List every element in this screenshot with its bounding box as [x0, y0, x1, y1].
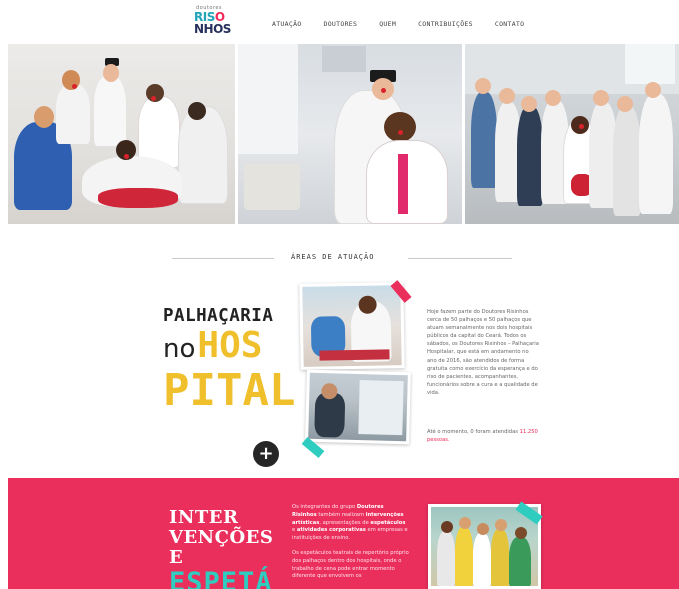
- intervencoes-text-bold: espetáculos: [370, 519, 406, 526]
- clown-figure: [545, 90, 561, 106]
- photo-scenery: [244, 164, 300, 210]
- photo-scenery: [238, 44, 298, 154]
- clown-figure: [62, 70, 80, 90]
- photo-scenery: [625, 44, 675, 84]
- palhacaria-title-pital: PITAL: [163, 365, 296, 416]
- areas-title: Áreas de atuação: [291, 253, 375, 261]
- main-nav: Atuação Doutores Quem Contribuições Cont…: [272, 20, 546, 28]
- intervencoes-title-line-1: INTER: [169, 507, 239, 528]
- photo-scenery: [319, 349, 390, 361]
- divider: [172, 258, 274, 259]
- palhacaria-stat: Até o momento, 0 foram atendidas 11.250 …: [427, 428, 539, 444]
- collage-photo-2-image: [308, 372, 408, 442]
- intervencoes-description: Os integrantes do grupo Doutores Risinho…: [292, 504, 410, 543]
- clown-figure: [473, 533, 491, 586]
- nav-quem[interactable]: Quem: [379, 20, 396, 28]
- clown-figure: [98, 188, 178, 208]
- nav-contribuicoes[interactable]: Contribuições: [418, 20, 473, 28]
- intervencoes-photo: [428, 504, 541, 589]
- clown-figure: [521, 96, 537, 112]
- clown-figure: [72, 84, 77, 89]
- clown-figure: [381, 88, 386, 93]
- clown-figure: [477, 523, 489, 535]
- nav-atuacao[interactable]: Atuação: [272, 20, 302, 28]
- intervencoes-description-2: Os espetáculos teatrais de repertório pr…: [292, 550, 409, 580]
- clown-figure: [459, 517, 471, 529]
- hero-photo-strip: [8, 44, 679, 224]
- clown-figure: [34, 106, 54, 128]
- palhacaria-title-line-1: PALHAÇARIA: [163, 306, 274, 326]
- clown-figure: [124, 154, 129, 159]
- site-header: doutores RISO NHOS Atuação Doutores Quem…: [0, 0, 679, 44]
- clown-figure: [593, 90, 609, 106]
- logo[interactable]: doutores RISO NHOS: [194, 6, 231, 42]
- intervencoes-title-line-3: ESPETÁ: [169, 567, 273, 589]
- intervencoes-text: Os integrantes do grupo: [292, 504, 356, 510]
- intervencoes-text-bold: atividades corporativas: [296, 527, 366, 534]
- intervencoes-text: também realizam: [318, 511, 365, 518]
- collage-photo-1: [299, 282, 405, 370]
- intervencoes-photo-image: [431, 507, 538, 586]
- expand-plus-button[interactable]: +: [253, 441, 279, 467]
- clown-figure: [441, 521, 453, 533]
- photo-scenery: [322, 46, 366, 72]
- hero-photo-hospital-clown: [238, 44, 462, 224]
- collage-photo-1-image: [302, 285, 402, 367]
- logo-line-2: NHOS: [194, 22, 231, 36]
- intervencoes-text: , apresentações de: [319, 519, 369, 526]
- intervencoes-text: e: [292, 527, 296, 534]
- clown-figure: [617, 96, 633, 112]
- hero-photo-team: [465, 44, 679, 224]
- collage-photo-2: [305, 369, 411, 445]
- palhacaria-title-hos: HOS: [197, 325, 263, 366]
- palhacaria-title-line-2: no HOS: [163, 326, 288, 369]
- photo-scenery: [314, 392, 346, 438]
- palhacaria-title: PALHAÇARIA no HOS PITAL: [163, 306, 296, 416]
- clown-figure: [491, 529, 509, 586]
- palhacaria-title-no: no: [163, 334, 196, 364]
- clown-figure: [579, 124, 584, 129]
- clown-figure: [94, 76, 126, 146]
- photo-scenery: [398, 154, 408, 214]
- palhacaria-description: Hoje fazem parte do Doutores Risinhos ce…: [427, 309, 539, 396]
- intervencoes-section: INTER VENÇÕES E ESPETÁ Os integrantes do…: [8, 478, 679, 589]
- palhacaria-stat-prefix: Até o momento, 0 foram atendidas: [427, 429, 518, 435]
- clown-figure: [475, 78, 491, 94]
- clown-figure: [499, 88, 515, 104]
- clown-figure: [613, 106, 641, 216]
- clown-figure: [515, 527, 527, 539]
- clown-figure: [188, 102, 206, 120]
- clown-figure: [56, 84, 90, 144]
- clown-figure: [509, 537, 531, 586]
- intervencoes-title: INTER VENÇÕES E ESPETÁ: [169, 508, 289, 589]
- clown-figure: [151, 96, 156, 101]
- page: doutores RISO NHOS Atuação Doutores Quem…: [0, 0, 679, 589]
- intervencoes-title-line-2: VENÇÕES E: [169, 527, 274, 568]
- clown-figure: [103, 64, 119, 82]
- hero-photo-clown-group: [8, 44, 235, 224]
- clown-figure: [471, 92, 497, 188]
- clown-figure: [495, 519, 507, 531]
- clown-figure: [384, 112, 416, 142]
- clown-figure: [437, 531, 455, 586]
- clown-figure: [639, 94, 673, 214]
- nav-contato[interactable]: Contato: [495, 20, 525, 28]
- clown-figure: [455, 527, 473, 586]
- nav-doutores[interactable]: Doutores: [324, 20, 358, 28]
- clown-figure: [517, 106, 543, 206]
- hospital-photo-collage: [296, 280, 416, 461]
- clown-figure: [178, 106, 228, 204]
- photo-scenery: [358, 380, 404, 436]
- clown-figure: [645, 82, 661, 98]
- clown-figure: [398, 130, 403, 135]
- areas-section-heading: Áreas de atuação: [0, 250, 679, 266]
- divider: [408, 258, 512, 259]
